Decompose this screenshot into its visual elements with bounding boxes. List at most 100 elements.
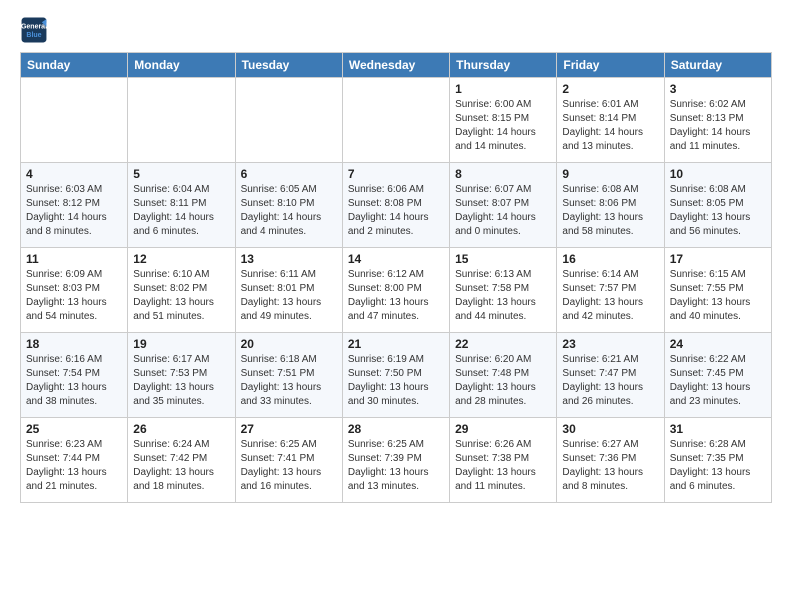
day-info: Sunrise: 6:13 AM Sunset: 7:58 PM Dayligh… (455, 268, 551, 324)
calendar-cell: 11 Sunrise: 6:09 AM Sunset: 8:03 PM Dayli… (21, 248, 128, 333)
day-number: 16 (562, 252, 658, 266)
calendar-cell: 27 Sunrise: 6:25 AM Sunset: 7:41 PM Dayli… (235, 418, 342, 503)
day-info: Sunrise: 6:11 AM Sunset: 8:01 PM Dayligh… (241, 268, 337, 324)
calendar-cell: 25 Sunrise: 6:23 AM Sunset: 7:44 PM Dayli… (21, 418, 128, 503)
day-info: Sunrise: 6:07 AM Sunset: 8:07 PM Dayligh… (455, 183, 551, 239)
calendar-cell: 4 Sunrise: 6:03 AM Sunset: 8:12 PM Daylig… (21, 163, 128, 248)
calendar-cell: 29 Sunrise: 6:26 AM Sunset: 7:38 PM Dayli… (450, 418, 557, 503)
day-number: 7 (348, 167, 444, 181)
day-number: 27 (241, 422, 337, 436)
calendar-cell: 18Sunrise: 6:16 AM Sunset: 7:54 PM Dayli… (21, 333, 128, 418)
day-number: 19 (133, 337, 229, 351)
calendar-cell: 6 Sunrise: 6:05 AM Sunset: 8:10 PM Daylig… (235, 163, 342, 248)
logo-icon: General Blue (20, 16, 48, 44)
day-number: 4 (26, 167, 122, 181)
calendar-cell: 8 Sunrise: 6:07 AM Sunset: 8:07 PM Daylig… (450, 163, 557, 248)
page-header: General Blue (20, 16, 772, 44)
calendar-cell: 21 Sunrise: 6:19 AM Sunset: 7:50 PM Dayli… (342, 333, 449, 418)
day-info: Sunrise: 6:05 AM Sunset: 8:10 PM Dayligh… (241, 183, 337, 239)
week-row-5: 25 Sunrise: 6:23 AM Sunset: 7:44 PM Dayli… (21, 418, 772, 503)
weekday-header-friday: Friday (557, 53, 664, 78)
calendar-cell: 24 Sunrise: 6:22 AM Sunset: 7:45 PM Dayli… (664, 333, 771, 418)
day-number: 25 (26, 422, 122, 436)
calendar-cell: 20Sunrise: 6:18 AM Sunset: 7:51 PM Dayli… (235, 333, 342, 418)
day-info: Sunrise: 6:25 AM Sunset: 7:41 PM Dayligh… (241, 438, 337, 494)
day-info: Sunrise: 6:00 AM Sunset: 8:15 PM Dayligh… (455, 98, 551, 154)
day-info: Sunrise: 6:01 AM Sunset: 8:14 PM Dayligh… (562, 98, 658, 154)
day-info: Sunrise: 6:26 AM Sunset: 7:38 PM Dayligh… (455, 438, 551, 494)
day-info: Sunrise: 6:21 AM Sunset: 7:47 PM Dayligh… (562, 353, 658, 409)
day-info: Sunrise: 6:22 AM Sunset: 7:45 PM Dayligh… (670, 353, 766, 409)
calendar-cell: 28Sunrise: 6:25 AM Sunset: 7:39 PM Dayli… (342, 418, 449, 503)
day-info: Sunrise: 6:23 AM Sunset: 7:44 PM Dayligh… (26, 438, 122, 494)
day-info: Sunrise: 6:14 AM Sunset: 7:57 PM Dayligh… (562, 268, 658, 324)
day-info: Sunrise: 6:15 AM Sunset: 7:55 PM Dayligh… (670, 268, 766, 324)
day-info: Sunrise: 6:20 AM Sunset: 7:48 PM Dayligh… (455, 353, 551, 409)
calendar-cell: 26 Sunrise: 6:24 AM Sunset: 7:42 PM Dayli… (128, 418, 235, 503)
calendar-cell: 13 Sunrise: 6:11 AM Sunset: 8:01 PM Dayli… (235, 248, 342, 333)
day-number: 29 (455, 422, 551, 436)
day-info: Sunrise: 6:28 AM Sunset: 7:35 PM Dayligh… (670, 438, 766, 494)
svg-text:Blue: Blue (26, 32, 41, 39)
calendar-cell (21, 78, 128, 163)
day-number: 15 (455, 252, 551, 266)
calendar-cell (235, 78, 342, 163)
calendar-cell (342, 78, 449, 163)
day-number: 20 (241, 337, 337, 351)
day-info: Sunrise: 6:24 AM Sunset: 7:42 PM Dayligh… (133, 438, 229, 494)
day-number: 8 (455, 167, 551, 181)
day-info: Sunrise: 6:06 AM Sunset: 8:08 PM Dayligh… (348, 183, 444, 239)
day-info: Sunrise: 6:09 AM Sunset: 8:03 PM Dayligh… (26, 268, 122, 324)
logo: General Blue (20, 16, 52, 44)
day-info: Sunrise: 6:10 AM Sunset: 8:02 PM Dayligh… (133, 268, 229, 324)
calendar-cell: 31 Sunrise: 6:28 AM Sunset: 7:35 PM Dayli… (664, 418, 771, 503)
calendar-cell: 9 Sunrise: 6:08 AM Sunset: 8:06 PM Daylig… (557, 163, 664, 248)
calendar-cell (128, 78, 235, 163)
calendar-cell: 15 Sunrise: 6:13 AM Sunset: 7:58 PM Dayli… (450, 248, 557, 333)
calendar-cell: 16 Sunrise: 6:14 AM Sunset: 7:57 PM Dayli… (557, 248, 664, 333)
day-number: 14 (348, 252, 444, 266)
calendar-cell: 3Sunrise: 6:02 AM Sunset: 8:13 PM Daylig… (664, 78, 771, 163)
day-info: Sunrise: 6:12 AM Sunset: 8:00 PM Dayligh… (348, 268, 444, 324)
weekday-header-wednesday: Wednesday (342, 53, 449, 78)
day-number: 28 (348, 422, 444, 436)
week-row-2: 4 Sunrise: 6:03 AM Sunset: 8:12 PM Daylig… (21, 163, 772, 248)
calendar-cell: 10Sunrise: 6:08 AM Sunset: 8:05 PM Dayli… (664, 163, 771, 248)
weekday-header-row: SundayMondayTuesdayWednesdayThursdayFrid… (21, 53, 772, 78)
week-row-3: 11 Sunrise: 6:09 AM Sunset: 8:03 PM Dayli… (21, 248, 772, 333)
calendar-cell: 2 Sunrise: 6:01 AM Sunset: 8:14 PM Daylig… (557, 78, 664, 163)
weekday-header-monday: Monday (128, 53, 235, 78)
day-info: Sunrise: 6:17 AM Sunset: 7:53 PM Dayligh… (133, 353, 229, 409)
calendar-cell: 14 Sunrise: 6:12 AM Sunset: 8:00 PM Dayli… (342, 248, 449, 333)
day-info: Sunrise: 6:03 AM Sunset: 8:12 PM Dayligh… (26, 183, 122, 239)
day-number: 22 (455, 337, 551, 351)
day-info: Sunrise: 6:08 AM Sunset: 8:06 PM Dayligh… (562, 183, 658, 239)
weekday-header-thursday: Thursday (450, 53, 557, 78)
calendar-cell: 1Sunrise: 6:00 AM Sunset: 8:15 PM Daylig… (450, 78, 557, 163)
day-number: 24 (670, 337, 766, 351)
day-info: Sunrise: 6:19 AM Sunset: 7:50 PM Dayligh… (348, 353, 444, 409)
calendar-cell: 5Sunrise: 6:04 AM Sunset: 8:11 PM Daylig… (128, 163, 235, 248)
calendar-cell: 12Sunrise: 6:10 AM Sunset: 8:02 PM Dayli… (128, 248, 235, 333)
day-number: 6 (241, 167, 337, 181)
day-info: Sunrise: 6:27 AM Sunset: 7:36 PM Dayligh… (562, 438, 658, 494)
day-number: 23 (562, 337, 658, 351)
calendar-cell: 19 Sunrise: 6:17 AM Sunset: 7:53 PM Dayli… (128, 333, 235, 418)
week-row-1: 1Sunrise: 6:00 AM Sunset: 8:15 PM Daylig… (21, 78, 772, 163)
week-row-4: 18Sunrise: 6:16 AM Sunset: 7:54 PM Dayli… (21, 333, 772, 418)
day-number: 9 (562, 167, 658, 181)
day-number: 3 (670, 82, 766, 96)
weekday-header-saturday: Saturday (664, 53, 771, 78)
day-number: 21 (348, 337, 444, 351)
calendar-cell: 22 Sunrise: 6:20 AM Sunset: 7:48 PM Dayli… (450, 333, 557, 418)
day-number: 26 (133, 422, 229, 436)
day-number: 2 (562, 82, 658, 96)
calendar-cell: 7 Sunrise: 6:06 AM Sunset: 8:08 PM Daylig… (342, 163, 449, 248)
day-number: 13 (241, 252, 337, 266)
day-info: Sunrise: 6:04 AM Sunset: 8:11 PM Dayligh… (133, 183, 229, 239)
day-number: 18 (26, 337, 122, 351)
day-number: 10 (670, 167, 766, 181)
day-number: 31 (670, 422, 766, 436)
day-number: 11 (26, 252, 122, 266)
weekday-header-sunday: Sunday (21, 53, 128, 78)
